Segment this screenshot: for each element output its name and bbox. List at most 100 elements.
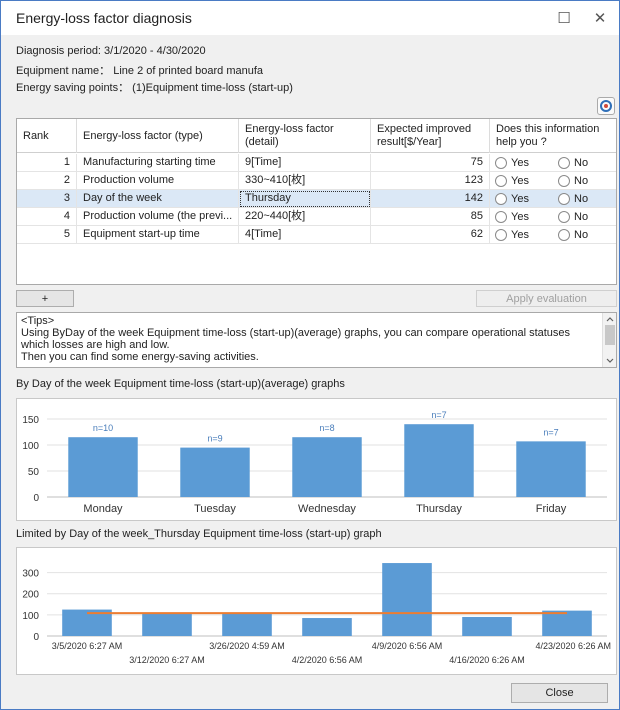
x-tick-label: Friday — [536, 503, 567, 515]
y-tick-label: 50 — [28, 467, 40, 478]
y-tick-label: 0 — [33, 632, 39, 643]
x-tick-label: Monday — [83, 503, 123, 515]
radio-circle-icon — [495, 211, 507, 223]
table-row[interactable]: 2 Production volume 330~410[枚] 123 Yes N… — [17, 172, 616, 190]
energy-loss-factor-table: Rank Energy-loss factor (type) Energy-lo… — [16, 118, 617, 285]
cell-factor-type: Manufacturing starting time — [77, 154, 239, 172]
tips-body: Using ByDay of the week Equipment time-l… — [21, 327, 571, 351]
cell-factor-detail: Thursday — [239, 190, 371, 208]
window-title: Energy-loss factor diagnosis — [16, 10, 192, 26]
x-tick-label: Tuesday — [194, 503, 236, 515]
radio-circle-icon — [558, 211, 570, 223]
bar-annotation: n=7 — [543, 427, 558, 437]
radio-no[interactable]: No — [558, 228, 588, 242]
bar — [404, 424, 474, 497]
cell-expected: 123 — [371, 172, 490, 190]
table-row[interactable]: 5 Equipment start-up time 4[Time] 62 Yes… — [17, 226, 616, 244]
apply-evaluation-button[interactable]: Apply evaluation — [476, 290, 617, 307]
bar — [292, 437, 362, 497]
table-row[interactable]: 4 Production volume (the previ... 220~44… — [17, 208, 616, 226]
x-tick-label: 4/16/2020 6:26 AM — [449, 655, 525, 665]
scroll-arrows-icon — [605, 317, 615, 363]
header-factor-type: Energy-loss factor (type) — [77, 119, 239, 153]
cell-factor-type: Day of the week — [77, 190, 239, 208]
title-bar: Energy-loss factor diagnosis ☐ ✕ — [1, 1, 619, 35]
refresh-icon — [600, 100, 612, 112]
tips-textbox[interactable]: <Tips> Using ByDay of the week Equipment… — [16, 312, 617, 368]
bar — [302, 618, 352, 636]
cell-expected: 75 — [371, 154, 490, 172]
radio-no[interactable]: No — [558, 192, 588, 206]
weekday-bar-chart: 0 50 100 150 n=10 Monday n=9 Tuesday n=8 Wednesda… — [22, 410, 607, 515]
radio-circle-icon — [495, 157, 507, 169]
cell-expected: 85 — [371, 208, 490, 226]
diagnosis-period: Diagnosis period: 3/1/2020 - 4/30/2020 — [16, 45, 206, 57]
radio-no[interactable]: No — [558, 174, 588, 188]
bar-annotation: n=7 — [431, 410, 446, 420]
y-tick-label: 100 — [22, 611, 39, 622]
cell-rank: 5 — [17, 226, 77, 244]
table-row-selected[interactable]: 3 Day of the week Thursday 142 Yes No — [17, 190, 616, 208]
radio-no[interactable]: No — [558, 156, 588, 170]
bar — [222, 613, 272, 636]
y-tick-label: 150 — [22, 415, 39, 426]
radio-circle-icon — [558, 229, 570, 241]
table-row[interactable]: 1 Manufacturing starting time 9[Time] 75… — [17, 154, 616, 172]
bar — [516, 441, 586, 497]
refresh-button[interactable] — [597, 97, 615, 115]
tips-heading: <Tips> — [21, 315, 55, 327]
weekday-chart-panel: 0 50 100 150 n=10 Monday n=9 Tuesday n=8 Wednesda… — [16, 398, 617, 521]
y-tick-label: 200 — [22, 590, 39, 601]
radio-no[interactable]: No — [558, 210, 588, 224]
close-button[interactable]: Close — [511, 683, 608, 703]
tips-body-2: Then you can find some energy-saving act… — [21, 351, 259, 363]
bar — [180, 447, 250, 497]
radio-yes[interactable]: Yes — [495, 156, 529, 170]
y-tick-label: 300 — [22, 569, 39, 580]
header-helpful: Does this information help you ? — [496, 123, 600, 148]
bar-annotation: n=10 — [93, 423, 113, 433]
header-rank: Rank — [17, 119, 77, 153]
radio-circle-icon — [495, 193, 507, 205]
dialog-window: Energy-loss factor diagnosis ☐ ✕ Diagnos… — [0, 0, 620, 710]
radio-yes[interactable]: Yes — [495, 192, 529, 206]
radio-circle-icon — [495, 175, 507, 187]
radio-yes[interactable]: Yes — [495, 228, 529, 242]
thursday-chart-panel: 0 100 200 300 3/5/2020 6:27 AM 3/12/2020 6:27… — [16, 547, 617, 675]
bar — [382, 563, 432, 636]
cell-rank: 1 — [17, 154, 77, 172]
x-tick-label: 4/23/2020 6:26 AM — [535, 641, 611, 651]
cell-factor-type: Equipment start-up time — [77, 226, 239, 244]
x-tick-label: 3/5/2020 6:27 AM — [52, 641, 123, 651]
header-factor-detail: Energy-loss factor (detail) — [239, 119, 371, 153]
close-window-button[interactable]: ✕ — [582, 5, 618, 31]
tips-scrollbar[interactable] — [602, 313, 616, 367]
x-tick-label: 4/9/2020 6:56 AM — [372, 641, 443, 651]
cell-factor-type: Production volume — [77, 172, 239, 190]
y-tick-label: 0 — [33, 493, 39, 504]
cell-factor-detail: 330~410[枚] — [239, 172, 371, 190]
header-expected-result: Expected improved result[$/Year] — [371, 119, 490, 153]
bar — [462, 616, 512, 636]
energy-saving-points: Energy saving points： (1)Equipment time-… — [16, 82, 293, 94]
radio-yes[interactable]: Yes — [495, 210, 529, 224]
cell-factor-detail: 220~440[枚] — [239, 208, 371, 226]
equipment-name: Equipment name： Line 2 of printed board … — [16, 65, 264, 77]
radio-circle-icon — [558, 175, 570, 187]
x-tick-label: 4/2/2020 6:56 AM — [292, 655, 363, 665]
bar-annotation: n=9 — [207, 434, 222, 444]
maximize-button[interactable]: ☐ — [546, 5, 582, 31]
cell-expected: 62 — [371, 226, 490, 244]
radio-yes[interactable]: Yes — [495, 174, 529, 188]
x-tick-label: Wednesday — [298, 503, 356, 515]
add-row-button[interactable]: + — [16, 290, 74, 307]
x-tick-label: 3/12/2020 6:27 AM — [129, 655, 205, 665]
cell-expected: 142 — [371, 190, 490, 208]
chart2-label: Limited by Day of the week_Thursday Equi… — [16, 528, 382, 540]
thursday-bar-chart: 0 100 200 300 3/5/2020 6:27 AM 3/12/2020 6:27… — [22, 563, 611, 665]
bar — [542, 610, 592, 636]
cell-factor-detail: 4[Time] — [239, 226, 371, 244]
cell-rank: 4 — [17, 208, 77, 226]
x-tick-label: Thursday — [416, 503, 462, 515]
bar — [142, 613, 192, 636]
